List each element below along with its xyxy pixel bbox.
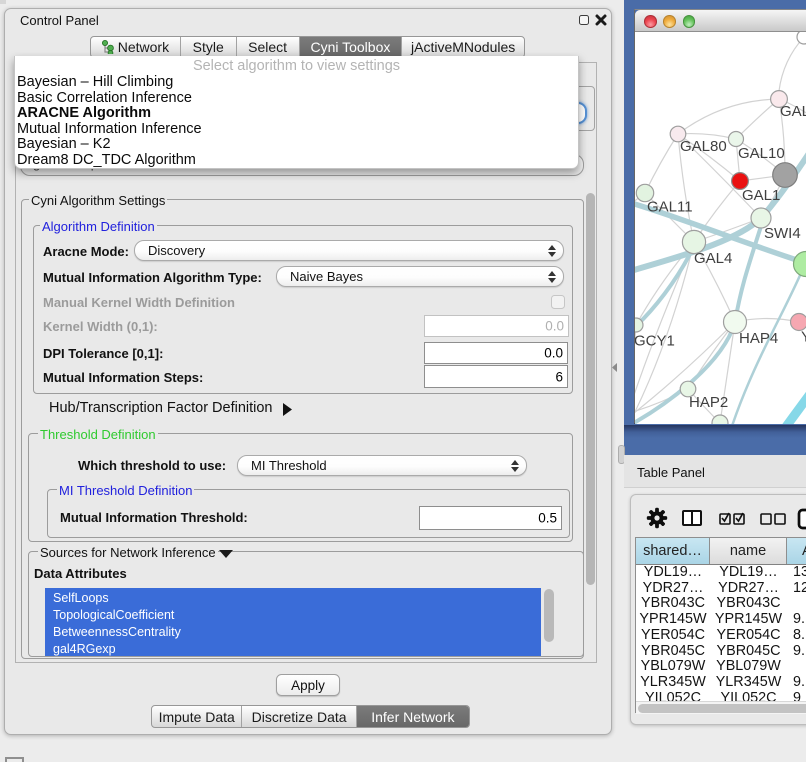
svg-text:Y: Y	[801, 329, 806, 346]
svg-text:HAP2: HAP2	[689, 394, 728, 411]
svg-text:GAL1: GAL1	[742, 187, 780, 204]
svg-text:GAL2: GAL2	[780, 103, 806, 120]
svg-text:GCY1: GCY1	[635, 333, 675, 350]
svg-text:GAL4: GAL4	[694, 250, 732, 267]
svg-text:SWI4: SWI4	[764, 225, 801, 242]
svg-text:GAL11: GAL11	[647, 199, 693, 216]
svg-text:HAP4: HAP4	[739, 330, 778, 347]
svg-text:GAL80: GAL80	[680, 138, 727, 155]
svg-text:GAL10: GAL10	[738, 145, 785, 162]
